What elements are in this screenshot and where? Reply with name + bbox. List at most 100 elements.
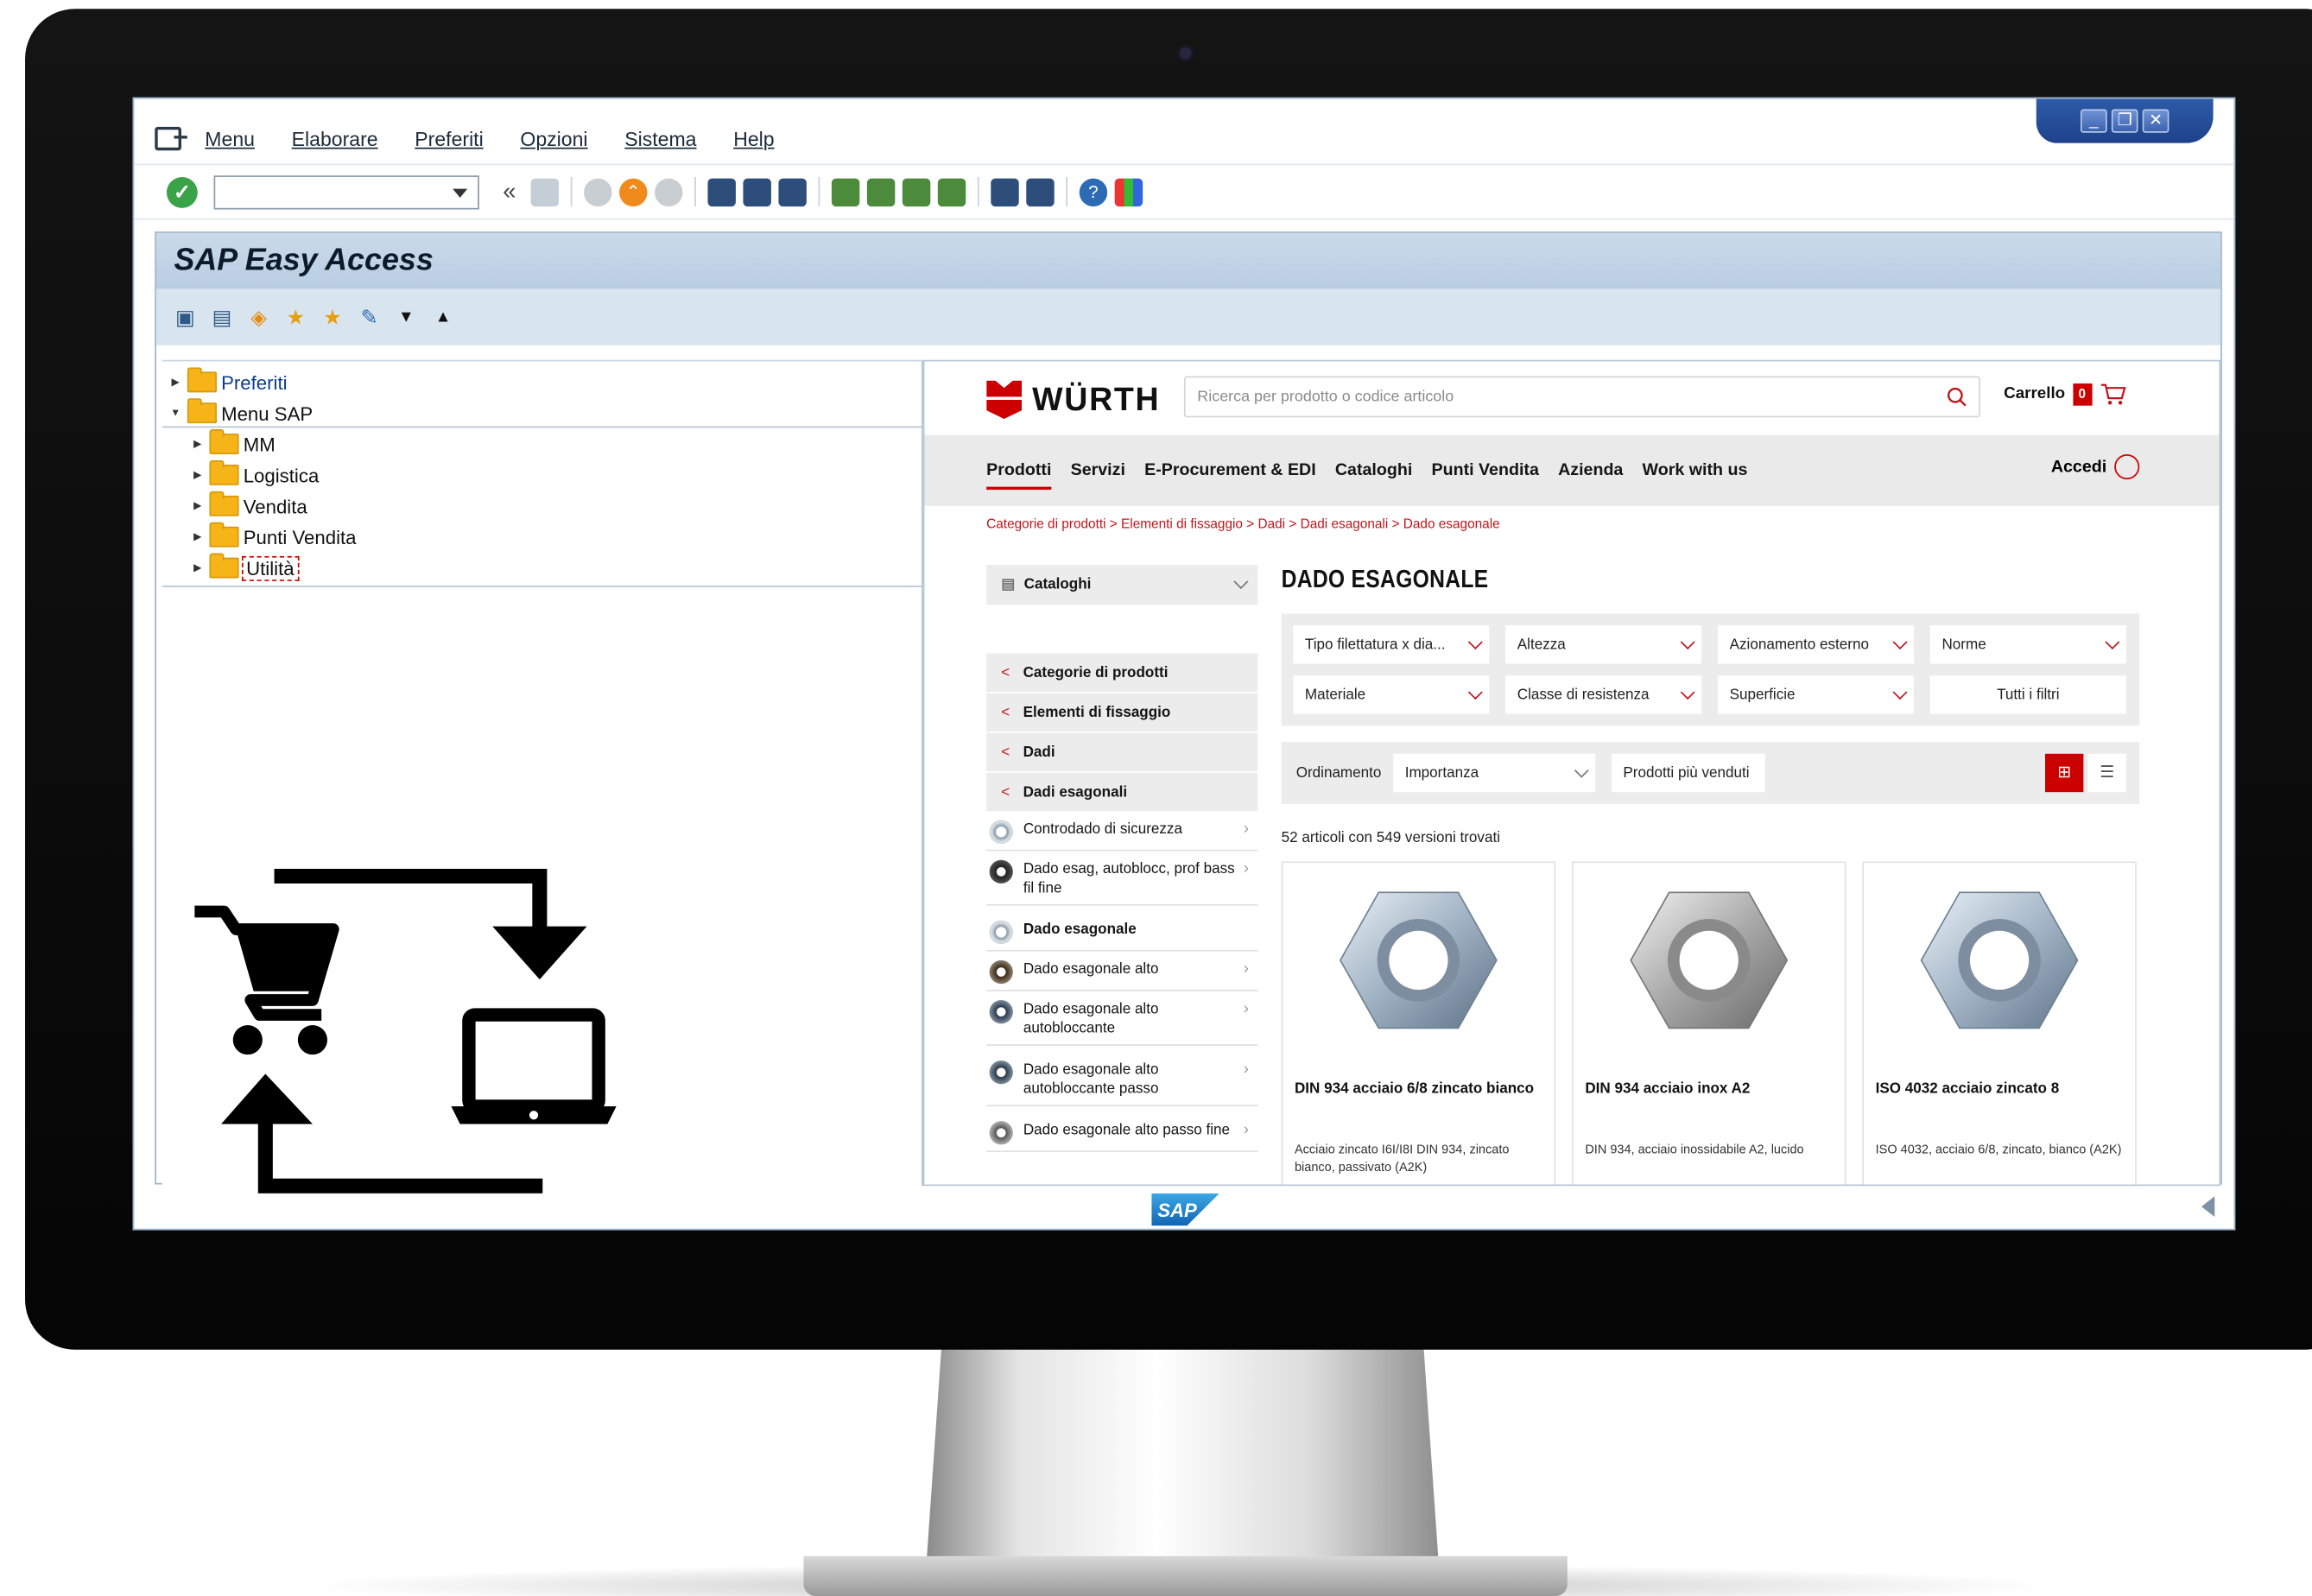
menu-elaborare[interactable]: Elaborare: [292, 128, 378, 150]
side-item[interactable]: Dado esagonale alto autobloccante ›: [986, 992, 1258, 1046]
filter-surface[interactable]: Superficie: [1717, 675, 1915, 714]
window-controls: _ ❐ ✕: [2036, 98, 2214, 143]
nav-prodotti[interactable]: Prodotti: [986, 452, 1052, 491]
menu-preferiti[interactable]: Preferiti: [415, 128, 483, 150]
product-card[interactable]: DIN 934 acciaio inox A2 DIN 934, acciaio…: [1571, 861, 1846, 1185]
menu-menu[interactable]: Menu: [205, 128, 255, 150]
breadcrumb[interactable]: Categorie di prodotti > Elementi di fiss…: [986, 516, 1500, 531]
close-icon[interactable]: ✕: [2142, 109, 2169, 133]
bestsellers-button[interactable]: Prodotti più venduti: [1611, 753, 1765, 793]
business-workplace-icon[interactable]: ◈: [244, 303, 272, 331]
filter-strength[interactable]: Classe di resistenza: [1505, 675, 1702, 714]
side-nav-categorie[interactable]: < Categorie di prodotti: [986, 653, 1258, 693]
previous-page-icon[interactable]: [866, 177, 896, 206]
grid-view-icon[interactable]: ⊞: [2044, 753, 2084, 793]
find-next-icon[interactable]: [778, 177, 807, 206]
nav-work-with-us[interactable]: Work with us: [1643, 452, 1748, 490]
filter-height[interactable]: Altezza: [1505, 625, 1702, 664]
side-item[interactable]: Dado esag, autoblocc, prof bass fil fine…: [986, 852, 1258, 906]
list-view-icon[interactable]: ☰: [2087, 753, 2126, 793]
filter-material[interactable]: Materiale: [1293, 675, 1490, 714]
all-filters-button[interactable]: Tutti i filtri: [1929, 675, 2126, 714]
side-nav-dadi[interactable]: < Dadi: [986, 732, 1258, 772]
back-double-icon[interactable]: «: [496, 178, 523, 206]
cart-label: Carrello: [2004, 384, 2066, 403]
tree-node-vendita[interactable]: ▶ Vendita: [190, 491, 307, 521]
expand-icon[interactable]: ▼: [392, 303, 420, 331]
help-icon[interactable]: ?: [1079, 177, 1108, 206]
search-icon[interactable]: [1947, 386, 1967, 407]
caret-right-icon[interactable]: ▶: [190, 562, 205, 573]
tree-node-punti-vendita[interactable]: ▶ Punti Vendita: [190, 522, 357, 552]
login-link[interactable]: Accedi: [2051, 454, 2139, 480]
chevron-left-icon: <: [1001, 744, 1010, 761]
caret-right-icon[interactable]: ▶: [190, 531, 205, 543]
menu-help[interactable]: Help: [733, 128, 774, 150]
side-item[interactable]: Dado esagonale alto passo fine ›: [986, 1114, 1258, 1152]
caret-right-icon[interactable]: ▶: [190, 500, 205, 512]
chevron-left-icon: <: [1001, 704, 1010, 721]
side-item[interactable]: Dado esagonale alto autobloccante passo ›: [986, 1053, 1258, 1106]
print-icon[interactable]: [707, 177, 736, 206]
find-icon[interactable]: [743, 177, 771, 206]
catalog-dropdown[interactable]: ▤ Cataloghi: [986, 565, 1258, 605]
first-page-icon[interactable]: [831, 177, 860, 206]
cart-icon: [194, 905, 339, 1055]
last-page-icon[interactable]: [937, 177, 966, 206]
next-page-icon[interactable]: [902, 177, 931, 206]
laptop-icon: [451, 1008, 617, 1124]
filter-thread[interactable]: Tipo filettatura x dia...: [1293, 625, 1490, 664]
menu-opzioni[interactable]: Opzioni: [520, 128, 587, 150]
add-favorite-icon[interactable]: ★: [282, 303, 309, 331]
cancel-icon[interactable]: [655, 177, 683, 206]
filter-norms[interactable]: Norme: [1929, 625, 2126, 664]
user-menu-icon[interactable]: ▣: [171, 303, 199, 331]
caret-right-icon[interactable]: ▶: [168, 377, 183, 388]
command-field[interactable]: [213, 174, 479, 209]
caret-down-icon[interactable]: ▼: [168, 408, 183, 418]
product-card[interactable]: DIN 934 acciaio 6/8 zincato bianco Accia…: [1281, 861, 1556, 1185]
nut-thumbnail: [989, 999, 1013, 1024]
minimize-icon[interactable]: _: [2080, 109, 2107, 133]
caret-right-icon[interactable]: ▶: [190, 469, 205, 481]
tree-separator: [162, 426, 923, 428]
scroll-left-icon[interactable]: [2201, 1196, 2215, 1218]
collapse-icon[interactable]: ▲: [429, 303, 457, 331]
app-menu-icon[interactable]: [155, 126, 187, 151]
side-nav-elementi[interactable]: < Elementi di fissaggio: [986, 693, 1258, 732]
shortcut-icon[interactable]: [1026, 177, 1055, 206]
side-item-active[interactable]: Dado esagonale: [986, 913, 1258, 952]
sap-menu-icon[interactable]: ▤: [208, 303, 236, 331]
tree-node-preferiti[interactable]: ▶ Preferiti: [168, 367, 288, 396]
filter-drive[interactable]: Azionamento esterno: [1717, 625, 1915, 664]
save-icon[interactable]: [530, 177, 560, 206]
product-card[interactable]: ISO 4032 acciaio zincato 8 ISO 4032, acc…: [1862, 861, 2137, 1185]
cart-link[interactable]: Carrello 0: [2004, 382, 2125, 405]
nav-servizi[interactable]: Servizi: [1071, 452, 1125, 490]
wurth-logo[interactable]: WÜRTH: [986, 379, 1178, 421]
layout-menu-icon[interactable]: [1114, 177, 1143, 206]
nav-e-procurement[interactable]: E-Procurement & EDI: [1144, 452, 1316, 490]
tree-node-mm[interactable]: ▶ MM: [190, 429, 276, 459]
nav-cataloghi[interactable]: Cataloghi: [1335, 452, 1412, 490]
tree-node-logistica[interactable]: ▶ Logistica: [190, 459, 319, 490]
enter-check-icon[interactable]: ✓: [166, 176, 198, 207]
back-icon[interactable]: [584, 177, 612, 206]
product-search-input[interactable]: Ricerca per prodotto o codice articolo: [1183, 376, 1980, 418]
nav-punti-vendita[interactable]: Punti Vendita: [1432, 452, 1539, 490]
caret-right-icon[interactable]: ▶: [190, 438, 205, 450]
side-item[interactable]: Dado esagonale alto ›: [986, 953, 1258, 991]
side-nav-dadi-esagonali[interactable]: < Dadi esagonali: [986, 772, 1258, 812]
menu-sistema[interactable]: Sistema: [624, 128, 696, 150]
restore-icon[interactable]: ❐: [2111, 109, 2138, 133]
tree-node-menu-sap[interactable]: ▼ Menu SAP: [168, 398, 313, 428]
sort-select[interactable]: Importanza: [1393, 753, 1595, 793]
nav-azienda[interactable]: Azienda: [1558, 452, 1623, 490]
edit-pencil-icon[interactable]: ✎: [355, 303, 383, 331]
exit-icon[interactable]: ⌃: [619, 177, 648, 206]
tree-node-utilita[interactable]: ▶ Utilità: [190, 553, 299, 582]
delete-favorite-icon[interactable]: ★: [319, 303, 346, 331]
side-item[interactable]: Controdado di sicurezza ›: [986, 813, 1258, 852]
new-session-icon[interactable]: [991, 177, 1019, 206]
toolbar-separator: [694, 176, 696, 207]
